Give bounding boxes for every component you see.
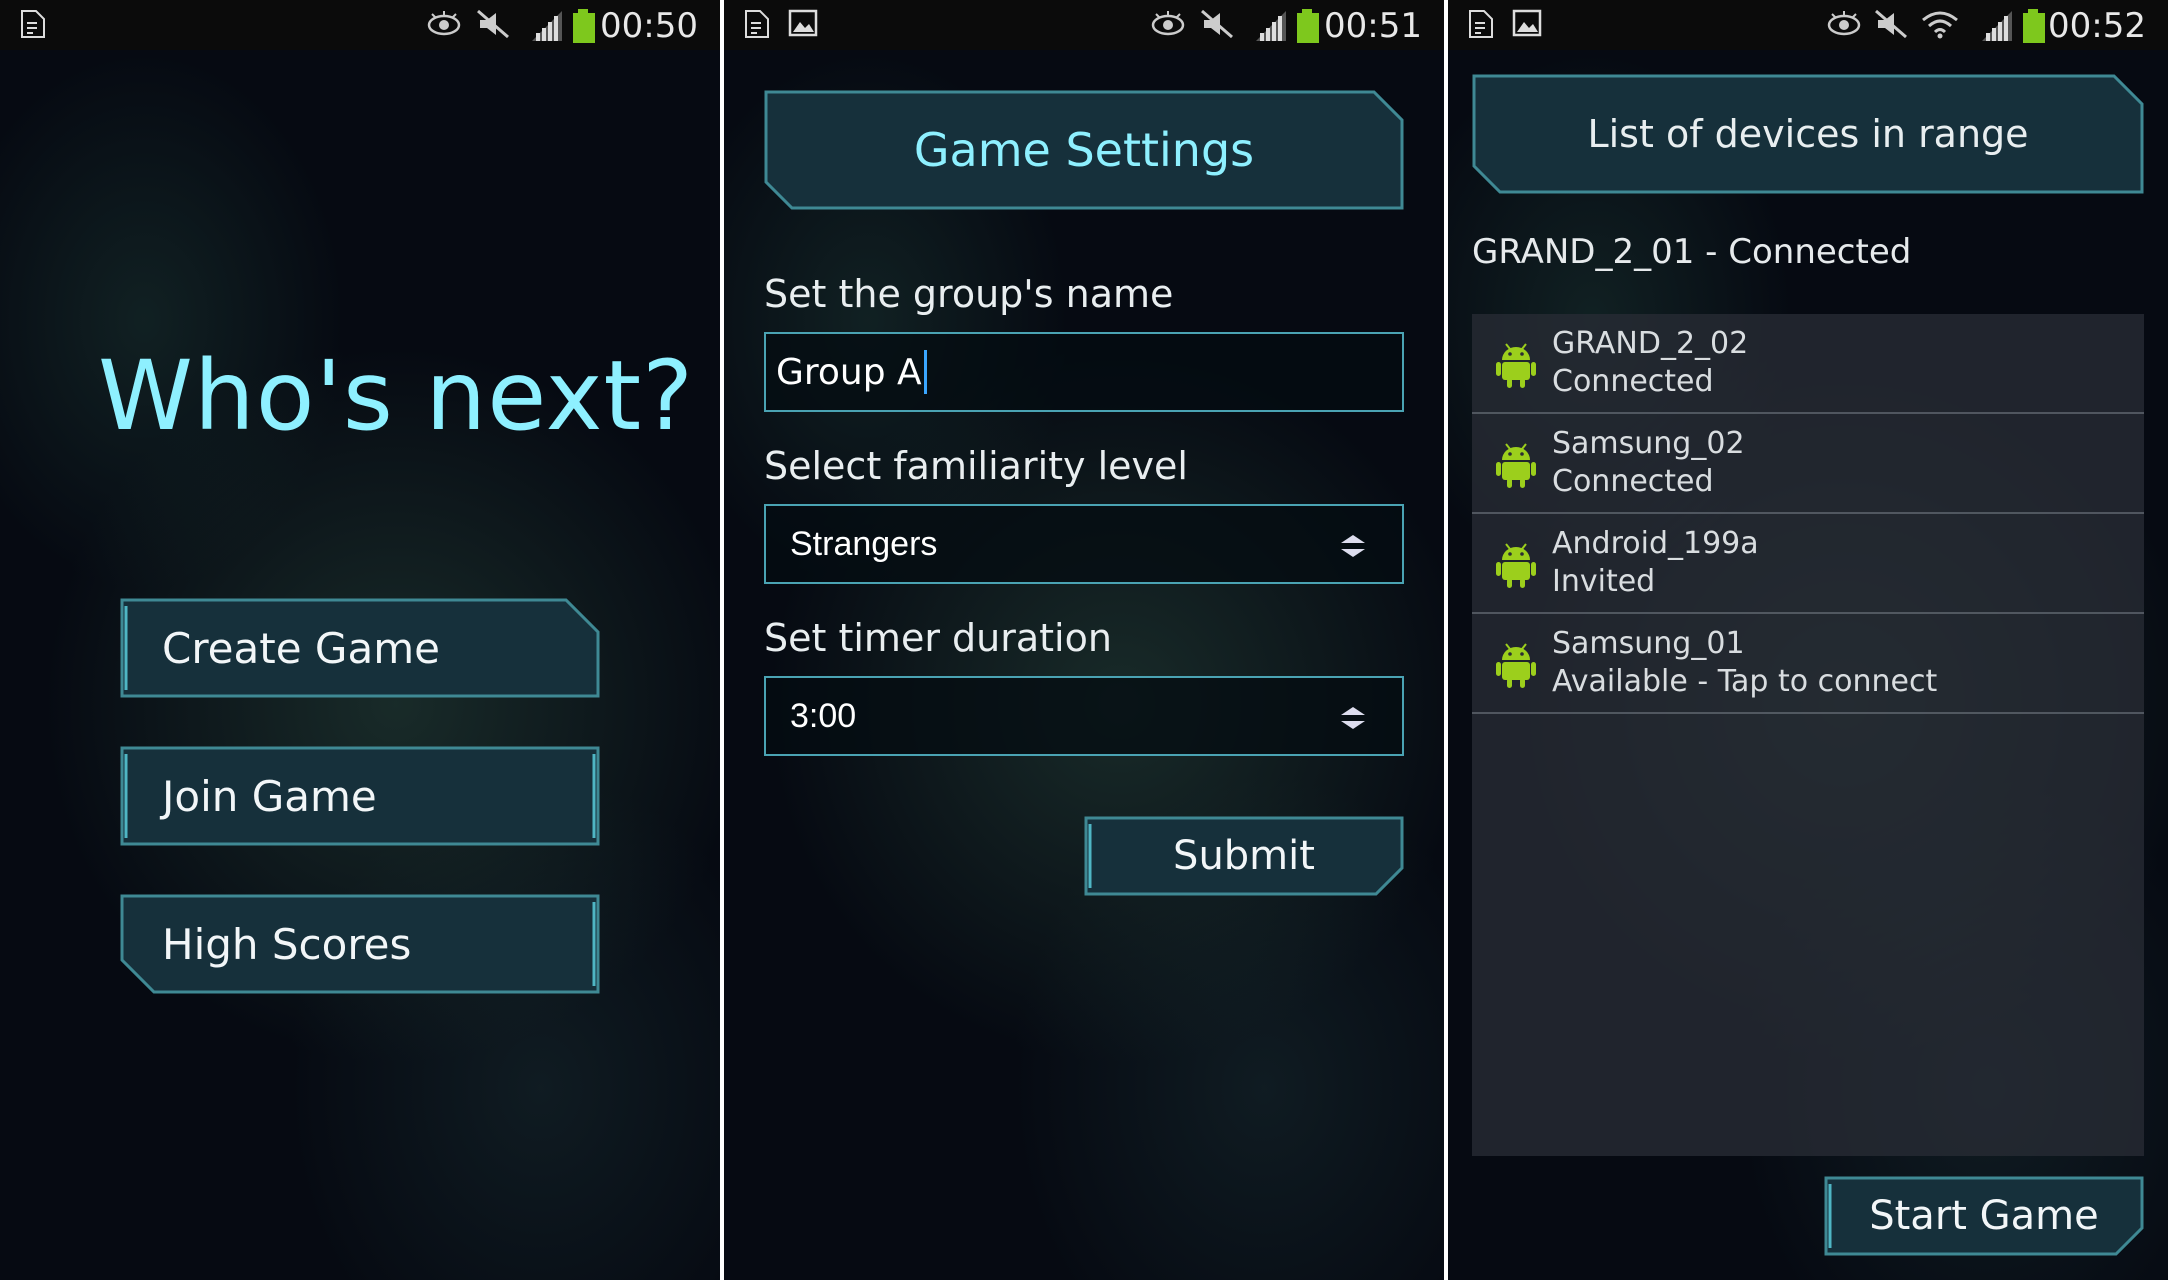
device-row[interactable]: GRAND_2_02 Connected: [1472, 314, 2144, 414]
timer-value: 3:00: [790, 696, 857, 735]
status-bar: 00:51: [724, 0, 1444, 50]
device-name: Samsung_01: [1552, 626, 1745, 661]
device-name: Android_199a: [1552, 526, 1759, 561]
group-name-value: Group A: [776, 351, 922, 393]
device-status: Connected: [1552, 464, 1714, 499]
picture-icon: [1512, 9, 1542, 37]
signal-icon: [1982, 11, 2012, 41]
start-game-label: Start Game: [1869, 1193, 2099, 1239]
android-icon: [1496, 543, 1536, 588]
battery-icon: [1297, 9, 1319, 43]
status-bar: 00:50: [0, 0, 720, 50]
android-icon: [1496, 443, 1536, 488]
page-title: Game Settings: [913, 123, 1255, 177]
battery-icon: [573, 9, 595, 43]
text-cursor: [923, 350, 927, 394]
device-status: Available - Tap to connect: [1552, 664, 1938, 699]
signal-icon: [532, 11, 562, 41]
join-game-label: Join Game: [162, 771, 377, 821]
picture-icon: [788, 9, 818, 37]
familiarity-value: Strangers: [790, 524, 938, 563]
android-icon: [1496, 643, 1536, 688]
game-settings-screen: 00:51 Game Settings Set the group's name…: [724, 0, 1444, 1280]
create-game-button[interactable]: Create Game: [120, 598, 600, 698]
familiarity-label: Select familiarity level: [764, 444, 1188, 488]
device-status: Connected: [1552, 364, 1714, 399]
device-status: Invited: [1552, 564, 1656, 599]
app-title: Who's next?: [98, 340, 695, 452]
sim-card-icon: [745, 10, 769, 38]
signal-icon: [1256, 11, 1286, 41]
sim-card-icon: [1469, 10, 1493, 38]
submit-label: Submit: [1173, 833, 1315, 879]
device-name: GRAND_2_02: [1552, 326, 1749, 361]
battery-icon: [2023, 9, 2045, 43]
spinner-arrows-icon: [1341, 535, 1365, 557]
high-scores-label: High Scores: [162, 919, 412, 969]
device-list: GRAND_2_02 Connected Samsung_02 Connecte…: [1472, 314, 2144, 1156]
join-game-button[interactable]: Join Game: [120, 746, 600, 846]
android-icon: [1496, 343, 1536, 388]
status-bar: 00:52: [1448, 0, 2168, 50]
start-game-button[interactable]: Start Game: [1824, 1176, 2144, 1256]
sim-card-icon: [21, 10, 45, 38]
create-game-label: Create Game: [162, 623, 440, 673]
timer-select[interactable]: 3:00: [764, 676, 1404, 756]
eye-icon: [427, 11, 461, 36]
group-name-input[interactable]: Group A: [764, 332, 1404, 412]
wifi-icon: [1922, 11, 1958, 39]
device-row[interactable]: Samsung_02 Connected: [1472, 414, 2144, 514]
self-device-status: GRAND_2_01 - Connected: [1472, 232, 1912, 272]
clock: 00:52: [2048, 6, 2146, 46]
mute-icon: [477, 9, 509, 39]
settings-header: Game Settings: [764, 90, 1404, 210]
eye-icon: [1151, 11, 1185, 36]
device-list-screen: 00:52 List of devices in range GRAND_2_0…: [1448, 0, 2168, 1280]
spinner-arrows-icon: [1341, 707, 1365, 729]
device-row[interactable]: Android_199a Invited: [1472, 514, 2144, 614]
group-name-label: Set the group's name: [764, 272, 1174, 316]
main-menu-screen: 00:50 Who's next? Create Game Join Game …: [0, 0, 720, 1280]
submit-button[interactable]: Submit: [1084, 816, 1404, 896]
devices-header: List of devices in range: [1472, 74, 2144, 194]
familiarity-select[interactable]: Strangers: [764, 504, 1404, 584]
clock: 00:50: [600, 6, 698, 46]
device-name: Samsung_02: [1552, 426, 1745, 461]
mute-icon: [1875, 9, 1907, 39]
page-title: List of devices in range: [1587, 112, 2029, 156]
clock: 00:51: [1324, 6, 1422, 46]
eye-icon: [1827, 11, 1861, 36]
mute-icon: [1201, 9, 1233, 39]
timer-label: Set timer duration: [764, 616, 1112, 660]
device-row[interactable]: Samsung_01 Available - Tap to connect: [1472, 614, 2144, 714]
high-scores-button[interactable]: High Scores: [120, 894, 600, 994]
